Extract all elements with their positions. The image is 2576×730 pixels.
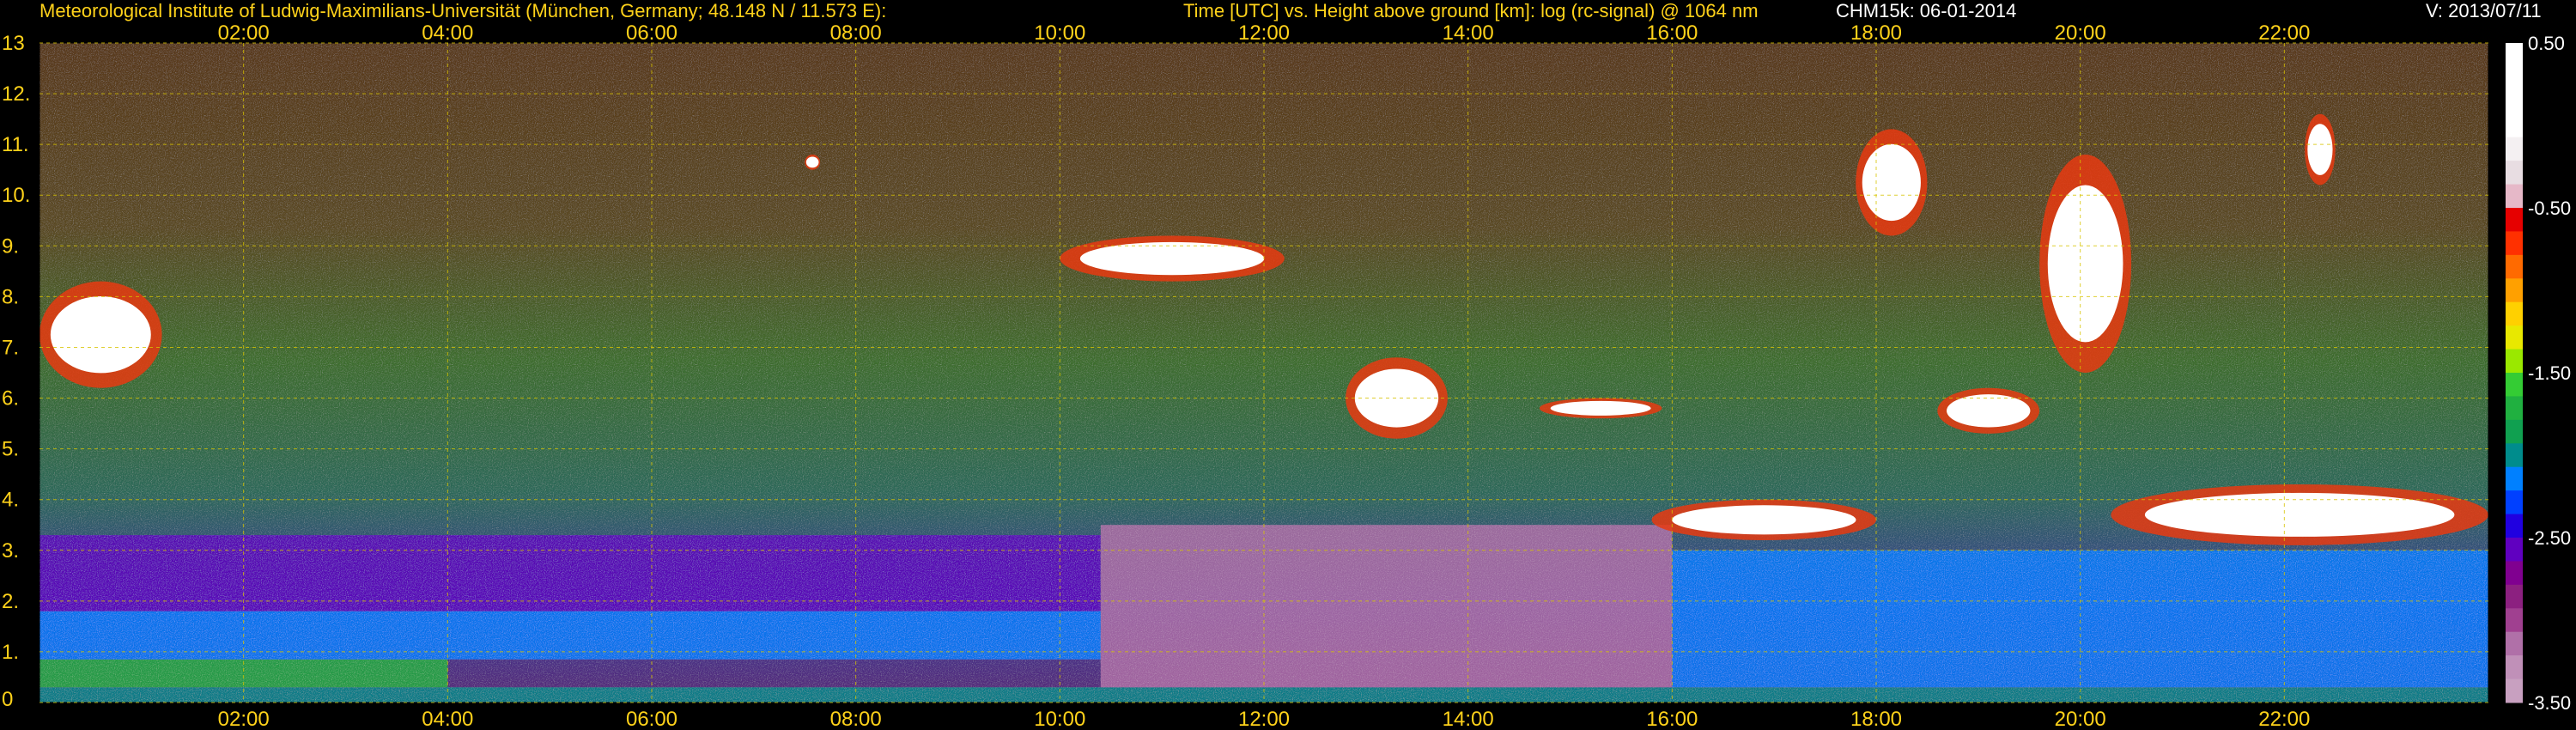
x-tick-label-bottom: 12:00 xyxy=(1238,708,1290,730)
colorbar-segment xyxy=(2506,161,2523,186)
colorbar-label: 0.50 xyxy=(2528,33,2565,54)
colorbar-segment xyxy=(2506,631,2523,656)
cloud-5 xyxy=(1672,505,1856,535)
x-tick-label-top: 06:00 xyxy=(626,21,677,45)
y-tick-label: 5. xyxy=(2,438,19,461)
x-tick-label-top: 16:00 xyxy=(1646,21,1698,45)
colorbar-segment xyxy=(2506,584,2523,609)
y-tick-label: 10. xyxy=(2,184,30,207)
colorbar-segment xyxy=(2506,254,2523,279)
colorbar-segment xyxy=(2506,373,2523,397)
colorbar-segment xyxy=(2506,514,2523,538)
cloud-1 xyxy=(805,156,819,168)
cloud-2 xyxy=(1079,241,1265,276)
x-tick-label-top: 14:00 xyxy=(1443,21,1494,45)
x-tick-label-bottom: 22:00 xyxy=(2258,708,2310,730)
x-tick-label-top: 02:00 xyxy=(218,21,270,45)
y-tick-label: 13 xyxy=(2,32,25,55)
x-tick-label-top: 22:00 xyxy=(2258,21,2310,45)
cloud-7 xyxy=(1946,394,2031,428)
colorbar-segment xyxy=(2506,43,2523,67)
x-tick-label-top: 10:00 xyxy=(1034,21,1085,45)
colorbar-label: -3.50 xyxy=(2528,692,2571,714)
colorbar-segment xyxy=(2506,538,2523,562)
y-tick-label: 3. xyxy=(2,539,19,563)
x-tick-label-bottom: 18:00 xyxy=(1850,708,1902,730)
colorbar-segment xyxy=(2506,419,2523,444)
x-tick-label-bottom: 10:00 xyxy=(1034,708,1085,730)
colorbar-segment xyxy=(2506,231,2523,256)
y-tick-label: 8. xyxy=(2,285,19,308)
y-axis-labels: 0 1. 2. 3. 4. 5. 6. 7. 8. 9. 10. 11. 12. 13 xyxy=(2,32,30,711)
colorbar-label: -0.50 xyxy=(2528,198,2571,219)
x-tick-label-top: 12:00 xyxy=(1238,21,1290,45)
y-tick-label: 0 xyxy=(2,688,13,711)
x-tick-label-bottom: 02:00 xyxy=(218,708,270,730)
x-tick-label-bottom: 14:00 xyxy=(1443,708,1494,730)
colorbar-segment xyxy=(2506,137,2523,161)
colorbar-segment xyxy=(2506,608,2523,633)
x-tick-label-top: 20:00 xyxy=(2055,21,2106,45)
colorbar-segment xyxy=(2506,396,2523,421)
cloud-6 xyxy=(1862,143,1921,222)
colorbar-segment xyxy=(2506,278,2523,303)
layer-daytime-mixed-layer xyxy=(1100,525,1673,688)
colorbar-segment xyxy=(2506,655,2523,680)
x-tick-label-bottom: 06:00 xyxy=(626,708,677,730)
cloud-4 xyxy=(1550,400,1651,416)
x-tick-label-top: 08:00 xyxy=(830,21,882,45)
colorbar-segment xyxy=(2506,561,2523,586)
x-tick-label-bottom: 16:00 xyxy=(1646,708,1698,730)
x-axis-labels-bottom: 02:00 04:00 06:00 08:00 10:00 12:00 14:00 16:00… xyxy=(218,708,2311,730)
y-tick-label: 9. xyxy=(2,234,19,258)
x-axis-labels-top: 02:00 04:00 06:00 08:00 10:00 12:00 14:00 16:00… xyxy=(218,21,2311,45)
colorbar-segment xyxy=(2506,490,2523,515)
y-tick-label: 12. xyxy=(2,82,30,106)
cloud-10 xyxy=(2307,124,2333,175)
cloud-0 xyxy=(50,296,151,374)
y-tick-label: 7. xyxy=(2,336,19,359)
layer-purple-low xyxy=(39,535,1101,611)
x-tick-label-bottom: 20:00 xyxy=(2055,708,2106,730)
layer-evening-blue xyxy=(1672,550,2488,688)
colorbar-segment xyxy=(2506,301,2523,326)
colorbar-segment xyxy=(2506,466,2523,491)
colorbar-segment xyxy=(2506,184,2523,209)
colorbar-labels: 0.50 -0.50 -1.50 -2.50 -3.50 xyxy=(2528,33,2571,714)
colorbar-segment xyxy=(2506,208,2523,232)
colorbar-segment xyxy=(2506,325,2523,350)
x-tick-label-top: 04:00 xyxy=(422,21,473,45)
colorbar-segment xyxy=(2506,349,2523,374)
x-tick-label-bottom: 08:00 xyxy=(830,708,882,730)
lidar-chart: 0 1. 2. 3. 4. 5. 6. 7. 8. 9. 10. 11. 12. 13 02:00 04:0… xyxy=(2,21,2571,730)
y-tick-label: 1. xyxy=(2,641,19,664)
colorbar-segment xyxy=(2506,66,2523,91)
colorbar-segment xyxy=(2506,113,2523,138)
colorbar-segment xyxy=(2506,443,2523,468)
cloud-8 xyxy=(2047,185,2123,343)
colorbar xyxy=(2506,43,2523,703)
y-tick-label: 4. xyxy=(2,489,19,512)
colorbar-segment xyxy=(2506,678,2523,703)
y-tick-label: 11. xyxy=(2,133,29,156)
colorbar-label: -1.50 xyxy=(2528,362,2571,384)
x-tick-label-bottom: 04:00 xyxy=(422,708,473,730)
colorbar-segment xyxy=(2506,89,2523,114)
colorbar-label: -2.50 xyxy=(2528,527,2571,549)
y-tick-label: 2. xyxy=(2,590,19,613)
x-tick-label-top: 18:00 xyxy=(1850,21,1902,45)
y-tick-label: 6. xyxy=(2,387,19,411)
